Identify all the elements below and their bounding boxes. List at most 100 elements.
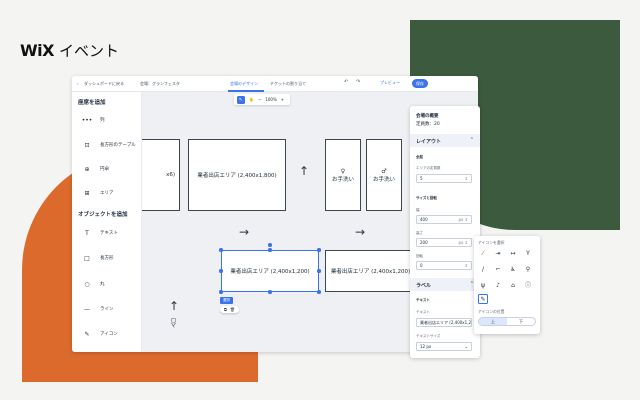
selection-controls: ⧉ 🗑 [220,306,239,313]
add-icon-label: アイコン [100,332,118,337]
brush-option-icon[interactable]: ✎ [478,294,488,304]
area-capacity-stepper[interactable]: 5 ⇕ [416,174,472,183]
cocktail-option-icon[interactable]: Y [523,249,533,259]
venue-name[interactable]: 会場：グランフェスタ [140,81,180,87]
exit-option-icon[interactable]: ↦ [508,249,518,259]
add-rect-table-item[interactable]: ⊡ 長方形のテーブル [72,134,142,156]
hand-tool-icon[interactable]: ✋ [249,97,254,102]
canvas-area-left[interactable]: x6) [142,139,180,211]
round-table-icon: ⊕ [84,165,90,173]
shop-option-icon[interactable]: ⌂ [508,281,518,291]
add-icon-item[interactable]: ✎ アイコン [72,323,142,345]
back-chevron-icon[interactable]: ‹ [77,81,79,86]
canvas-restroom-2[interactable]: ♂ お手洗い [366,139,402,211]
add-rectangle-item[interactable]: □ 長方形 [72,247,142,269]
height-label: 高さ [416,231,423,235]
brand-header: WiX イベント [20,40,119,61]
back-to-dashboard-link[interactable]: ダッシュボードに戻る [84,81,124,87]
add-text-item[interactable]: T テキスト [72,222,142,244]
add-circle-item[interactable]: ○ 丸 [72,273,142,295]
width-field[interactable]: 400 px ⇕ [416,215,472,224]
resize-handle-br[interactable] [317,290,321,294]
add-row-item[interactable]: ••• 列 [72,109,142,131]
zoom-out-icon[interactable]: − [258,97,261,102]
tab-venue-design[interactable]: 会場のデザイン [230,81,258,87]
add-line-item[interactable]: — ライン [72,298,142,320]
stairs-option-icon[interactable]: ⌐ [493,265,503,275]
resize-handle-b[interactable] [268,290,272,294]
general-subtitle: 全般 [416,155,423,159]
brush-icon: ✎ [84,330,90,338]
entrance-up-arrow-icon[interactable]: ↑ [169,300,179,312]
rotation-label: 回転 [416,254,423,258]
font-size-select[interactable]: 12 px ⌄ [416,342,472,351]
right-arrow-icon[interactable]: → [239,226,249,238]
selection-tag: 選択 [220,297,233,304]
icon-position-bottom[interactable]: 下 [507,318,535,325]
resize-handle-r[interactable] [317,269,321,273]
label-text-input[interactable]: 業者出店エリア (2,400x1,200) [416,318,472,327]
restroom-2-icon: ♂ [381,167,387,175]
knife-option-icon[interactable]: / [478,265,488,275]
layout-section-label: レイアウト [416,139,442,145]
no-icon-option-icon[interactable]: ⁄ [478,249,488,259]
entrance-option-icon[interactable]: ⇥ [493,249,503,259]
rotation-stepper-icon[interactable]: ⇕ [465,262,468,269]
add-rectangle-label: 長方形 [100,256,114,261]
add-rect-table-label: 長方形のテーブル [100,143,136,148]
brand-title: イベント [58,42,119,60]
add-text-label: テキスト [100,231,118,236]
tab-ticket-assignment[interactable]: チケットの割り当て [270,81,306,87]
up-arrow-icon[interactable]: ↑ [299,165,309,177]
row-icon: ••• [81,116,93,124]
redo-icon[interactable]: ↷ [356,79,360,85]
add-row-label: 列 [100,118,105,123]
accessible-option-icon[interactable]: ♿ [508,265,518,275]
resize-handle-tr[interactable] [317,248,321,252]
canvas-restroom-1-label: お手洗い [331,176,354,183]
font-size-value: 12 px [420,344,432,349]
canvas-vendor-area-top[interactable]: 業者出店エリア (2,400x1,800) [188,139,286,211]
resize-handle-t[interactable] [268,248,272,252]
music-option-icon[interactable]: ♪ [493,281,503,291]
canvas-vendor-area-selected[interactable]: 業者出店エリア (2,400x1,200) [221,250,319,292]
add-area-label: エリア [100,191,114,196]
rotation-value: 0 [420,263,423,268]
select-tool-icon[interactable]: ↖ [237,95,245,104]
delete-icon[interactable]: 🗑 [230,307,235,312]
restroom-1-icon: ♀ [340,167,346,175]
editor-topbar: ‹ ダッシュボードに戻る 会場：グランフェスタ 会場のデザイン チケットの割り当… [72,76,478,92]
seating-section-title: 座席を追加 [78,100,106,106]
add-circle-label: 丸 [100,282,105,287]
venue-capacity: 定員数：20 [416,122,440,127]
wc-option-icon[interactable]: ⚲ [523,265,533,275]
preview-button[interactable]: プレビュー [380,80,400,86]
resize-handle-bl[interactable] [219,290,223,294]
undo-icon[interactable]: ↶ [344,79,348,85]
zoom-in-icon[interactable]: + [281,97,284,102]
canvas-vendor-area-right[interactable]: 業者出店エリア (2,400x1,200) [325,250,415,292]
icon-position-top[interactable]: 上 [479,318,507,325]
save-button[interactable]: 保存 [412,79,428,88]
area-capacity-value: 5 [420,176,423,181]
canvas-toolbar: ↖ ✋ − 100% + [234,94,290,105]
layout-section-header[interactable]: レイアウト ⌃ [410,134,480,147]
icon-picker-title: アイコンを選択 [478,240,505,245]
label-section-header[interactable]: ラベル ⌃ [410,278,480,291]
add-round-table-item[interactable]: ⊕ 円卓 [72,158,142,180]
resize-handle-tl[interactable] [219,248,223,252]
rotate-handle[interactable] [268,243,272,247]
entrance-label[interactable]: 入口 [170,318,177,328]
duplicate-icon[interactable]: ⧉ [224,307,227,312]
fork-option-icon[interactable]: ψ [478,281,488,291]
resize-handle-l[interactable] [219,269,223,273]
add-area-item[interactable]: ⊞ エリア [72,182,142,204]
add-elements-sidebar: 座席を追加 ••• 列 ⊡ 長方形のテーブル ⊕ 円卓 ⊞ エリア オブジェクト… [72,92,142,352]
info-option-icon[interactable]: ⓘ [523,281,533,291]
height-field[interactable]: 200 px ⇕ [416,238,472,247]
stepper-arrows-icon[interactable]: ⇕ [465,175,468,182]
chevron-up-icon: ⌃ [469,137,474,143]
right-arrow-icon-2[interactable]: → [355,226,365,238]
rotation-field[interactable]: 0 ⇕ [416,261,472,270]
canvas-restroom-1[interactable]: ♀ お手洗い [325,139,361,211]
